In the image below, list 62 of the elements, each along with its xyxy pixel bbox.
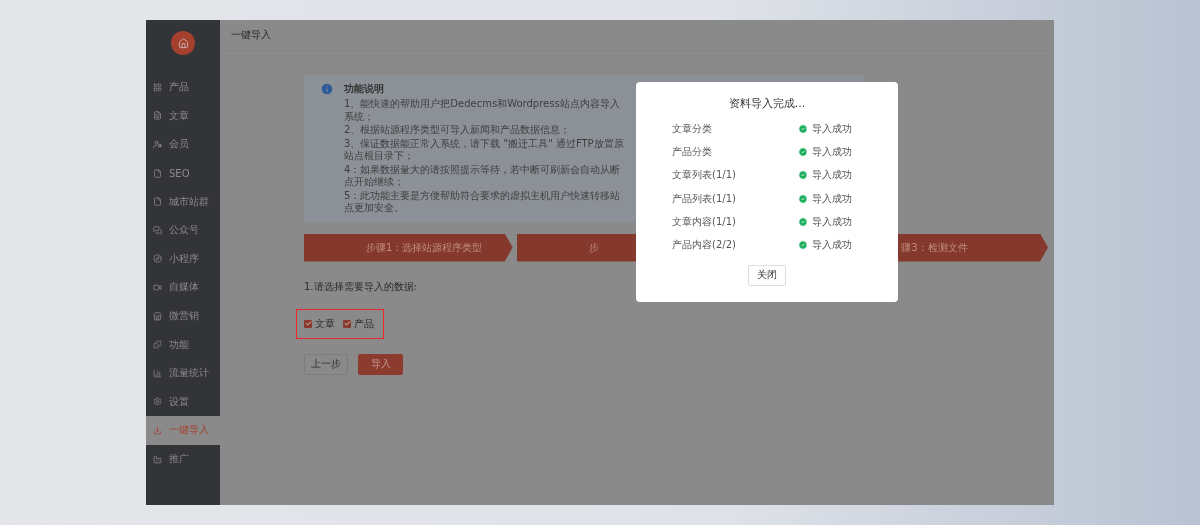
chat-icon (153, 225, 162, 235)
sidebar-item[interactable]: 微营销 (146, 301, 220, 331)
user-icon (153, 140, 162, 149)
file-icon (153, 168, 162, 178)
success-check-icon (798, 193, 808, 204)
import-item-label: 产品分类 (672, 144, 713, 159)
success-check-icon (798, 146, 808, 157)
home-button[interactable] (171, 31, 195, 55)
import-status: 导入成功 (812, 144, 852, 159)
sidebar-item[interactable]: 产品 (146, 73, 220, 102)
info-title: 功能说明 (344, 82, 384, 96)
info-line: 4：如果数据量大的请按照提示等待，若中断可刷新会自动从断点开始继续； (344, 163, 622, 189)
sidebar-item[interactable]: 小程序 (146, 244, 220, 274)
import-item-label: 产品内容(2/2) (672, 238, 737, 253)
import-item-label: 产品列表(1/1) (672, 191, 737, 206)
bar-chart-icon (153, 368, 162, 378)
info-line: 1、能快速的帮助用户把Dedecms和Wordpress站点内容导入系统； (344, 98, 621, 123)
import-status: 导入成功 (812, 168, 852, 183)
import-status: 导入成功 (812, 191, 852, 206)
sidebar-item[interactable]: 自媒体 (146, 273, 220, 302)
sidebar-item[interactable]: 功能 (146, 330, 220, 359)
download-icon (153, 425, 162, 435)
success-check-icon (798, 216, 808, 227)
info-line: 2、根据站源程序类型可导入新闻和产品数据信息； (344, 124, 571, 137)
import-status: 导入成功 (812, 238, 852, 253)
sidebar-item[interactable]: 公众号 (146, 215, 220, 245)
compass-icon (153, 254, 162, 264)
question-label: 1.请选择需要导入的数据: (304, 279, 417, 294)
import-item-label: 文章内容(1/1) (672, 214, 737, 229)
info-icon (320, 82, 334, 96)
sidebar-item[interactable]: 文章 (146, 101, 220, 131)
checkbox[interactable] (343, 319, 351, 328)
import-item-label: 文章列表(1/1) (672, 168, 737, 183)
checkbox-label: 产品 (354, 316, 374, 331)
import-button[interactable]: 导入 (358, 353, 403, 375)
checkbox[interactable] (304, 319, 312, 328)
success-check-icon (798, 170, 808, 181)
sidebar-item[interactable]: 推广 (146, 444, 220, 474)
import-item-label: 文章分类 (672, 121, 713, 136)
sidebar-item[interactable]: 城市站群 (146, 187, 220, 216)
dialog-title: 资料导入完成... (728, 96, 806, 111)
sidebar-item[interactable]: SEO (146, 158, 220, 188)
import-status: 导入成功 (812, 214, 852, 229)
info-line: 3、保证数据能正常入系统，请下载 "搬迁工具" 通过FTP放置原站点根目录下； (344, 137, 624, 163)
video-icon (153, 282, 162, 292)
success-check-icon (798, 123, 808, 134)
factory-icon (153, 454, 162, 464)
store-icon (153, 311, 162, 321)
sidebar-item[interactable]: 流量统计 (146, 358, 220, 388)
puzzle-icon (153, 340, 162, 350)
grid-icon (153, 82, 162, 92)
success-check-icon (798, 240, 808, 251)
close-button[interactable]: 关闭 (748, 264, 786, 286)
home-icon (177, 37, 189, 49)
sidebar-item[interactable]: 会员 (146, 130, 220, 159)
import-status: 导入成功 (812, 121, 852, 136)
settings-icon (153, 397, 162, 407)
info-line: 5：此功能主要是方便帮助符合要求的虚拟主机用户快速转移站点更加安全。 (344, 189, 622, 215)
document-icon (153, 111, 162, 121)
checkbox-label: 文章 (315, 316, 335, 331)
file-icon (153, 197, 162, 207)
sidebar-item[interactable]: 设置 (146, 387, 220, 417)
